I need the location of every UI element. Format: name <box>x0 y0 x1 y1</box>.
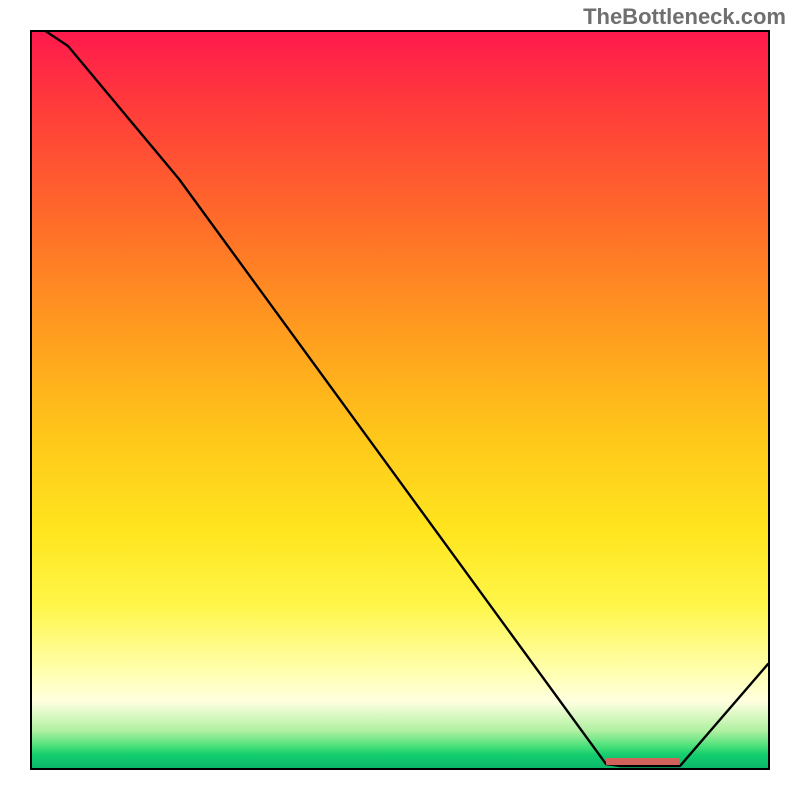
chart-container: TheBottleneck.com <box>0 0 800 800</box>
minimum-marker <box>606 758 680 765</box>
watermark-text: TheBottleneck.com <box>583 4 786 30</box>
bottleneck-curve <box>32 32 768 768</box>
plot-area <box>30 30 770 770</box>
